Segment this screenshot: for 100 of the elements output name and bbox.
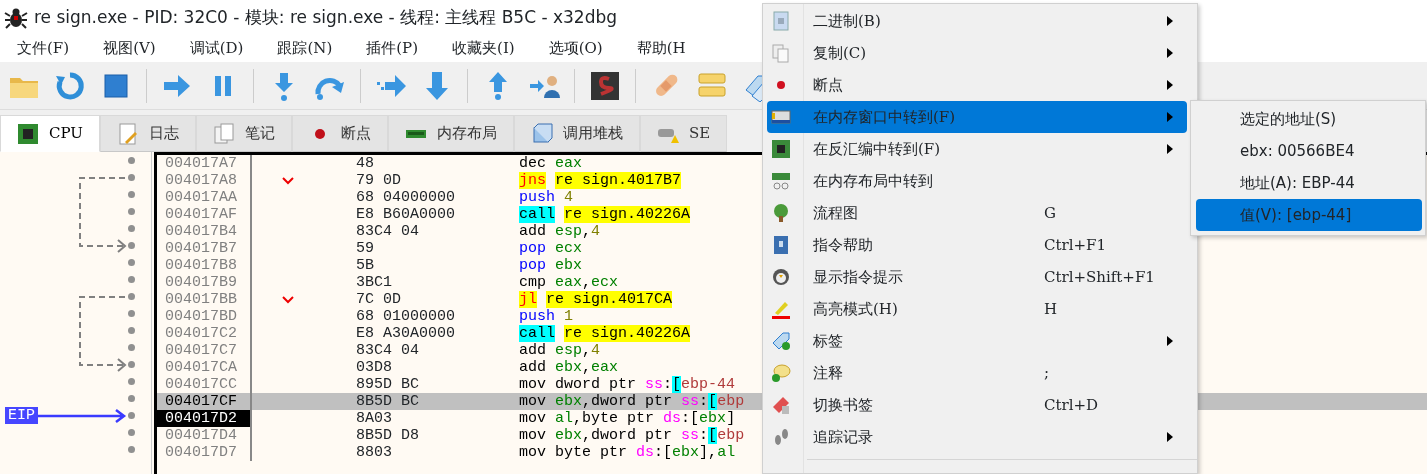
dark-square-icon[interactable] bbox=[589, 69, 621, 102]
breakpoint-slot-icon[interactable] bbox=[128, 276, 135, 283]
menu-item[interactable]: 切换书签 Ctrl+D bbox=[767, 389, 1187, 421]
tab[interactable]: 笔记 bbox=[195, 115, 292, 152]
bytes-cell: E8 B60A0000 bbox=[356, 206, 456, 223]
breakpoint-slot-icon[interactable] bbox=[128, 157, 135, 164]
breakpoint-slot-icon[interactable] bbox=[128, 395, 135, 402]
breakpoint-slot-icon[interactable] bbox=[128, 446, 135, 453]
tab[interactable]: 断点 bbox=[291, 115, 388, 152]
address-cell: 004017AF bbox=[157, 206, 252, 223]
breakpoint-slot-icon[interactable] bbox=[128, 378, 135, 385]
instruction-cell: mov ebx,dword ptr ss:[ebp bbox=[519, 393, 745, 410]
menu-item[interactable]: 断点 bbox=[767, 69, 1187, 101]
menu-item[interactable]: 帮助(H bbox=[619, 37, 703, 60]
menu-item[interactable]: 标签 bbox=[767, 325, 1187, 357]
breakpoint-slot-icon[interactable] bbox=[128, 174, 135, 181]
address-cell: 004017BB bbox=[157, 291, 252, 308]
menu-item[interactable]: 地址(A): EBP-44 bbox=[1196, 167, 1422, 199]
help-book-icon bbox=[771, 235, 791, 255]
breakpoint-slot-icon[interactable] bbox=[128, 191, 135, 198]
menu-item[interactable]: 收藏夹(I) bbox=[435, 37, 532, 60]
shortcut-label: Ctrl+Shift+F1 bbox=[1044, 266, 1155, 288]
instruction-cell: call re sign.40226A bbox=[519, 206, 691, 223]
chip-icon bbox=[771, 139, 791, 159]
menu-item[interactable]: 注释 ; bbox=[767, 357, 1187, 389]
menu-item[interactable]: 跟踪(N) bbox=[260, 37, 350, 60]
address-cell: 004017BD bbox=[157, 308, 252, 325]
instruction-cell: push 1 bbox=[519, 308, 574, 325]
breakpoint-slot-icon[interactable] bbox=[128, 310, 135, 317]
menu-item[interactable]: 在内存布局中转到 bbox=[767, 165, 1187, 197]
address-cell: 004017A8 bbox=[157, 172, 252, 189]
menu-item[interactable]: 调试(D) bbox=[172, 37, 261, 60]
breakpoint-slot-icon[interactable] bbox=[128, 293, 135, 300]
bytes-cell: 83C4 04 bbox=[356, 342, 419, 359]
menu-item[interactable]: 显示指令提示 Ctrl+Shift+F1 bbox=[767, 261, 1187, 293]
bytes-cell: 5B bbox=[356, 257, 374, 274]
shortcut-label: ; bbox=[1044, 362, 1050, 384]
bytes-cell: 68 04000000 bbox=[356, 189, 456, 206]
address-cell: 004017D4 bbox=[157, 427, 252, 444]
instruction-cell: add esp,4 bbox=[519, 342, 601, 359]
instruction-cell: pop ecx bbox=[519, 240, 583, 257]
bytes-cell: 59 bbox=[356, 240, 374, 257]
copy-icon bbox=[771, 43, 791, 63]
menu-item[interactable]: 流程图 G bbox=[767, 197, 1187, 229]
menu-item[interactable]: 在内存窗口中转到(F) bbox=[767, 101, 1187, 133]
breakpoint-slot-icon[interactable] bbox=[128, 344, 135, 351]
highlighter-icon bbox=[771, 299, 791, 319]
address-cell: 004017AA bbox=[157, 189, 252, 206]
tab[interactable]: CPU bbox=[0, 115, 100, 152]
log-icon bbox=[116, 122, 139, 145]
breakpoint-slot-icon[interactable] bbox=[128, 412, 135, 419]
menu-item[interactable]: 高亮模式(H) H bbox=[767, 293, 1187, 325]
instruction-cell: jns re sign.4017B7 bbox=[519, 172, 682, 189]
bytes-cell: 83C4 04 bbox=[356, 223, 419, 240]
bytes-cell: 8B5D BC bbox=[356, 393, 419, 410]
instruction-cell: mov dword ptr ss:[ebp-44 bbox=[519, 376, 736, 393]
tab[interactable]: SE bbox=[639, 115, 728, 152]
menu-item[interactable]: 追踪记录 bbox=[767, 421, 1187, 453]
bytes-cell: 8B5D D8 bbox=[356, 427, 419, 444]
bytes-cell: 8803 bbox=[356, 444, 392, 461]
chip-icon bbox=[17, 122, 39, 145]
shortcut-label: H bbox=[1044, 298, 1058, 320]
menu-item[interactable]: 选项(O) bbox=[531, 37, 620, 60]
tab[interactable]: 内存布局 bbox=[387, 115, 514, 152]
cube-icon bbox=[530, 122, 553, 145]
menu-item[interactable]: 在反汇编中转到(F) bbox=[767, 133, 1187, 165]
bytes-cell: 03D8 bbox=[356, 359, 392, 376]
instruction-cell: pop ebx bbox=[519, 257, 583, 274]
bytes-cell: 68 01000000 bbox=[356, 308, 456, 325]
bytes-cell: 79 0D bbox=[356, 172, 401, 189]
instruction-cell: call re sign.40226A bbox=[519, 325, 691, 342]
address-cell: 004017A7 bbox=[157, 155, 252, 172]
breakpoint-slot-icon[interactable] bbox=[128, 429, 135, 436]
menu-item[interactable]: 复制(C) bbox=[767, 37, 1187, 69]
menu-item[interactable]: ebx: 00566BE4 bbox=[1196, 135, 1422, 167]
breakpoint-slot-icon[interactable] bbox=[128, 242, 135, 249]
menu-item[interactable]: 插件(P) bbox=[349, 37, 436, 60]
breakpoint-slot-icon[interactable] bbox=[128, 327, 135, 334]
menu-item[interactable]: 二进制(B) bbox=[767, 5, 1187, 37]
bytes-cell: 48 bbox=[356, 155, 374, 172]
eip-label: EIP bbox=[5, 407, 38, 424]
menu-item[interactable]: 视图(V) bbox=[86, 37, 173, 60]
speech-bubble-icon bbox=[771, 363, 791, 383]
breakpoint-slot-icon[interactable] bbox=[128, 225, 135, 232]
menu-item[interactable]: 指令帮助 Ctrl+F1 bbox=[767, 229, 1187, 261]
bytes-cell: 895D BC bbox=[356, 376, 419, 393]
breakpoint-slot-icon[interactable] bbox=[128, 208, 135, 215]
menu-item[interactable]: 选定的地址(S) bbox=[1196, 103, 1422, 135]
instruction-cell: mov al,byte ptr ds:[ebx] bbox=[519, 410, 736, 427]
bytes-cell: E8 A30A0000 bbox=[356, 325, 456, 342]
breakpoint-slot-icon[interactable] bbox=[128, 361, 135, 368]
tag-icon bbox=[771, 331, 791, 351]
bytes-cell: 7C 0D bbox=[356, 291, 401, 308]
instruction-cell: cmp eax,ecx bbox=[519, 274, 619, 291]
tab[interactable]: 日志 bbox=[99, 115, 196, 152]
tab[interactable]: 调用堆栈 bbox=[513, 115, 640, 152]
address-cell: 004017B7 bbox=[157, 240, 252, 257]
menu-item[interactable]: 文件(F) bbox=[0, 37, 87, 60]
shortcut-label: Ctrl+D bbox=[1044, 394, 1099, 416]
breakpoint-slot-icon[interactable] bbox=[128, 259, 135, 266]
